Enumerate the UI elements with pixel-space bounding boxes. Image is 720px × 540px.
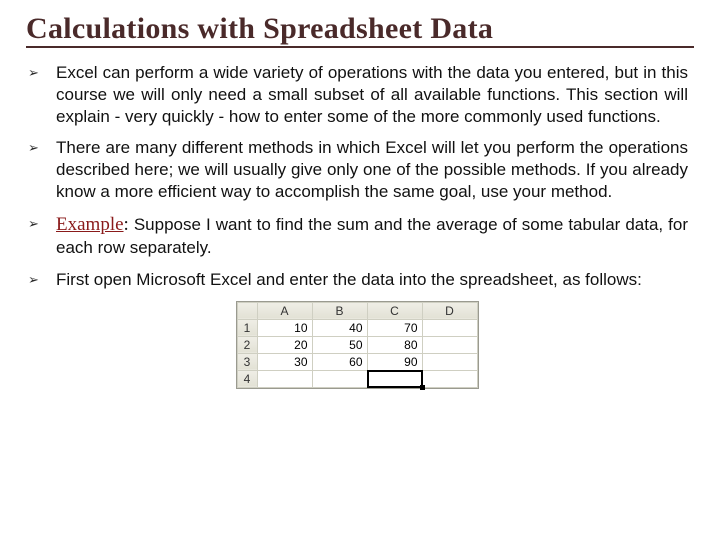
excel-corner-cell (237, 302, 257, 319)
excel-row-header: 1 (237, 319, 257, 336)
excel-column-header: B (312, 302, 367, 319)
paragraph: First open Microsoft Excel and enter the… (56, 269, 688, 291)
excel-cell (422, 353, 477, 370)
excel-row: 1 10 40 70 (237, 319, 477, 336)
excel-active-cell (367, 370, 422, 387)
example-heading: Example (56, 214, 124, 235)
excel-cell: 40 (312, 319, 367, 336)
excel-cell: 20 (257, 336, 312, 353)
excel-column-header: C (367, 302, 422, 319)
excel-cell (422, 319, 477, 336)
fill-handle-icon (420, 385, 425, 390)
excel-header-row: A B C D (237, 302, 477, 319)
page-title: Calculations with Spreadsheet Data (26, 12, 694, 48)
excel-cell: 70 (367, 319, 422, 336)
excel-cell: 80 (367, 336, 422, 353)
paragraph: There are many different methods in whic… (56, 137, 688, 202)
excel-table: A B C D 1 10 40 70 2 20 (237, 302, 478, 388)
excel-column-header: D (422, 302, 477, 319)
excel-row: 4 (237, 370, 477, 387)
excel-cell: 30 (257, 353, 312, 370)
body-content: ➢ Excel can perform a wide variety of op… (20, 62, 700, 389)
excel-row: 3 30 60 90 (237, 353, 477, 370)
spreadsheet-figure: A B C D 1 10 40 70 2 20 (26, 301, 688, 389)
excel-cell: 60 (312, 353, 367, 370)
excel-row-header: 3 (237, 353, 257, 370)
chevron-right-icon: ➢ (26, 213, 56, 235)
excel-row-header: 4 (237, 370, 257, 387)
selection-outline-icon (367, 370, 423, 388)
chevron-right-icon: ➢ (26, 62, 56, 84)
bullet-item-example: ➢ Example: Suppose I want to find the su… (26, 213, 688, 259)
paragraph: Example: Suppose I want to find the sum … (56, 213, 688, 259)
excel-cell: 90 (367, 353, 422, 370)
excel-cell (257, 370, 312, 387)
excel-row-header: 2 (237, 336, 257, 353)
bullet-item-4: ➢ First open Microsoft Excel and enter t… (26, 269, 688, 291)
excel-row: 2 20 50 80 (237, 336, 477, 353)
excel-grid: A B C D 1 10 40 70 2 20 (236, 301, 479, 389)
example-text: Suppose I want to find the sum and the a… (56, 215, 688, 257)
excel-cell (422, 336, 477, 353)
excel-cell: 50 (312, 336, 367, 353)
excel-column-header: A (257, 302, 312, 319)
paragraph: Excel can perform a wide variety of oper… (56, 62, 688, 127)
bullet-item-1: ➢ Excel can perform a wide variety of op… (26, 62, 688, 127)
slide: Calculations with Spreadsheet Data ➢ Exc… (0, 0, 720, 540)
excel-cell (422, 370, 477, 387)
excel-cell: 10 (257, 319, 312, 336)
bullet-item-2: ➢ There are many different methods in wh… (26, 137, 688, 202)
excel-cell (312, 370, 367, 387)
chevron-right-icon: ➢ (26, 137, 56, 159)
chevron-right-icon: ➢ (26, 269, 56, 291)
